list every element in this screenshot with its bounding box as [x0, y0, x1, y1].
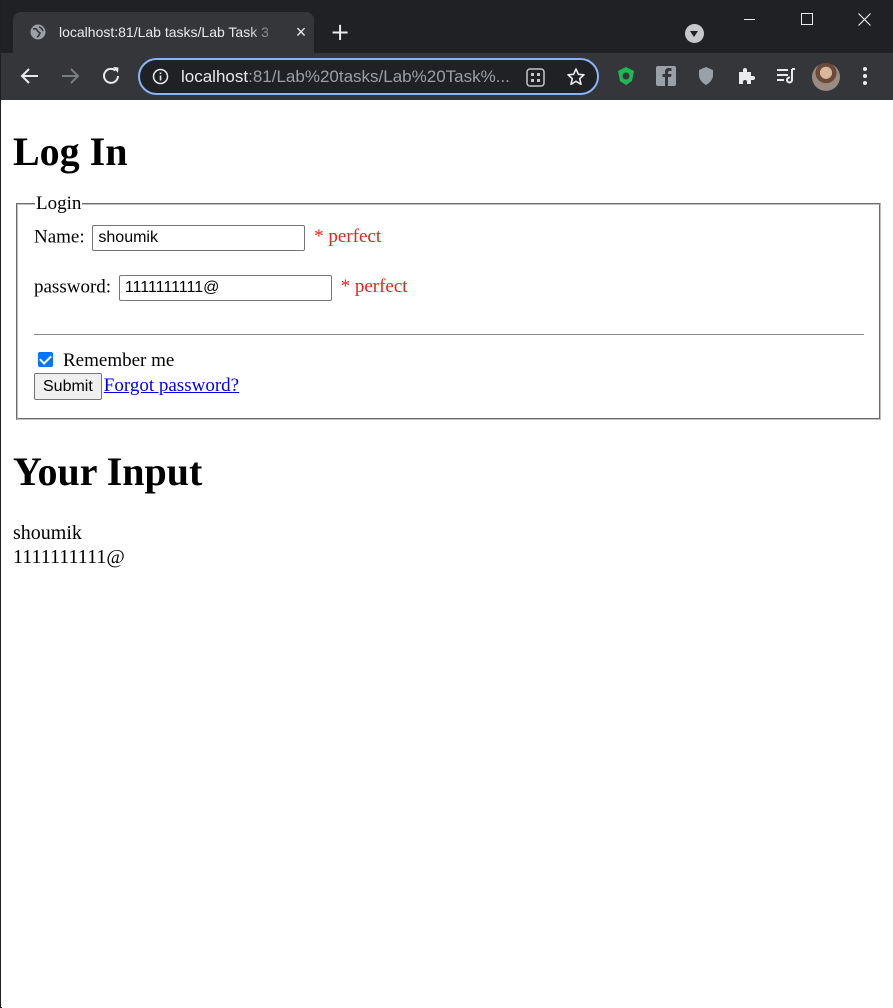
bookmark-star-icon[interactable]	[566, 67, 586, 87]
facebook-extension-icon[interactable]	[655, 65, 677, 87]
browser-toolbar: localhost:81/Lab%20tasks/Lab%20Task%...	[1, 53, 893, 100]
maximize-icon[interactable]	[779, 0, 837, 40]
submit-row: Submit Forgot password?	[34, 373, 239, 400]
back-arrow-icon[interactable]	[18, 64, 42, 88]
output-password: 1111111111@	[13, 546, 125, 568]
url-text[interactable]: localhost:81/Lab%20tasks/Lab%20Task%...	[181, 67, 511, 87]
tab-strip: localhost:81/Lab tasks/Lab Task 3 × +	[1, 0, 893, 53]
output-name: shoumik	[13, 522, 82, 544]
login-legend: Login	[35, 193, 83, 214]
shield-extension-icon[interactable]	[615, 65, 637, 87]
reload-icon[interactable]	[99, 64, 123, 88]
page-title: Log In	[13, 129, 128, 174]
window-close-icon[interactable]	[836, 0, 893, 40]
more-menu-icon[interactable]	[859, 65, 871, 87]
name-status: * perfect	[314, 226, 382, 248]
name-input[interactable]: shoumik	[92, 225, 306, 251]
remember-label: Remember me	[63, 350, 175, 371]
password-row: password: 1111111111@ * perfect	[34, 275, 408, 301]
password-status: * perfect	[340, 276, 408, 298]
remember-row: Remember me	[35, 350, 174, 372]
profile-avatar[interactable]	[812, 63, 840, 91]
forgot-password-link[interactable]: Forgot password?	[104, 375, 239, 396]
output-heading: Your Input	[13, 449, 203, 494]
remember-checkbox[interactable]	[38, 352, 53, 367]
extensions-puzzle-icon[interactable]	[735, 65, 757, 87]
submit-button[interactable]: Submit	[34, 373, 102, 400]
qr-code-icon[interactable]	[526, 68, 545, 87]
password-input[interactable]: 1111111111@	[118, 275, 332, 301]
minimize-icon[interactable]	[721, 0, 779, 40]
new-tab-icon[interactable]: +	[328, 20, 352, 44]
privacy-shield-icon[interactable]	[695, 65, 717, 87]
tab-title: localhost:81/Lab tasks/Lab Task 3	[59, 24, 269, 40]
reading-list-icon[interactable]	[775, 65, 797, 87]
form-divider	[34, 334, 864, 335]
browser-window: localhost:81/Lab tasks/Lab Task 3 × + lo…	[0, 0, 893, 1008]
address-bar[interactable]: localhost:81/Lab%20tasks/Lab%20Task%...	[138, 58, 599, 95]
url-path: :81/Lab%20tasks/Lab%20Task%...	[248, 67, 510, 86]
site-info-icon[interactable]	[152, 68, 169, 85]
active-tab[interactable]: localhost:81/Lab tasks/Lab Task 3 ×	[13, 12, 314, 53]
forward-arrow-icon[interactable]	[58, 64, 82, 88]
globe-icon	[30, 24, 46, 40]
page-content: Log In Login Name: shoumik * perfect pas…	[2, 100, 893, 1008]
tab-close-icon[interactable]: ×	[293, 23, 309, 41]
password-label: password:	[34, 276, 112, 298]
name-label: Name:	[34, 226, 85, 248]
login-fieldset: Login Name: shoumik * perfect password: …	[16, 194, 881, 420]
tab-search-icon[interactable]	[685, 24, 704, 43]
url-host: localhost	[181, 67, 249, 86]
name-row: Name: shoumik * perfect	[34, 225, 381, 251]
